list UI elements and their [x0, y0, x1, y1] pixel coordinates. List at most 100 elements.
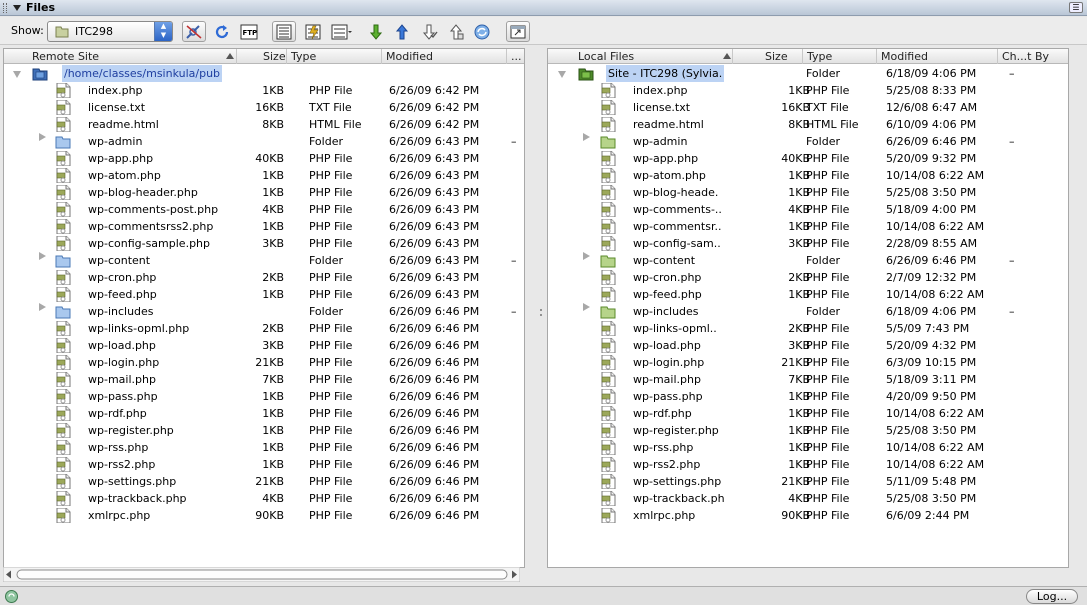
file-row[interactable]: license.txt 16KB TXT File 6/26/09 6:42 PM	[4, 99, 526, 116]
refresh-button[interactable]	[210, 21, 234, 42]
synchronize-button[interactable]	[470, 21, 494, 42]
local-col-type[interactable]: Type	[803, 49, 877, 64]
folder-row[interactable]: wp-content Folder 6/26/09 6:43 PM –	[4, 252, 526, 269]
file-row[interactable]: wp-load.php 3KB PHP File 6/26/09 6:46 PM	[4, 337, 526, 354]
file-row[interactable]: wp-rdf.php 1KB PHP File 10/14/08 6:22 AM	[548, 405, 1070, 422]
disclosure-open-icon[interactable]	[13, 71, 21, 78]
file-row[interactable]: wp-register.php 1KB PHP File 5/25/08 3:50 P…	[548, 422, 1070, 439]
row-size: 21KB	[255, 475, 284, 488]
file-row[interactable]: wp-login.php 21KB PHP File 6/3/09 10:15 PM	[548, 354, 1070, 371]
local-col-modified[interactable]: Modified	[877, 49, 998, 64]
testing-server-button[interactable]	[301, 21, 325, 42]
remote-root-path: /home/classes/msinkula/pub	[62, 65, 223, 82]
file-row[interactable]: xmlrpc.php 90KB PHP File 6/6/09 2:44 PM	[548, 507, 1070, 524]
file-row[interactable]: wp-app.php 40KB PHP File 5/20/09 9:32 PM	[548, 150, 1070, 167]
file-row[interactable]: wp-links-opml.. 2KB PHP File 5/5/09 7:43 PM	[548, 320, 1070, 337]
file-row[interactable]: wp-app.php 40KB PHP File 6/26/09 6:43 PM	[4, 150, 526, 167]
file-row[interactable]: wp-comments-post.php 4KB PHP File 6/26/09 6…	[4, 201, 526, 218]
row-name: wp-feed.php	[88, 288, 157, 301]
site-select[interactable]: ITC298 ▲ ▼	[47, 21, 173, 42]
collapse-triangle-icon[interactable]	[13, 5, 21, 11]
file-row[interactable]: wp-rss2.php 1KB PHP File 10/14/08 6:22 AM	[548, 456, 1070, 473]
log-button[interactable]: Log...	[1026, 589, 1078, 604]
row-type: PHP File	[309, 237, 353, 250]
file-row[interactable]: wp-feed.php 1KB PHP File 6/26/09 6:43 PM	[4, 286, 526, 303]
remote-col-modified[interactable]: Modified	[382, 49, 507, 64]
file-row[interactable]: wp-load.php 3KB PHP File 5/20/09 4:32 PM	[548, 337, 1070, 354]
file-row[interactable]: wp-settings.php 21KB PHP File 5/11/09 5:48 …	[548, 473, 1070, 490]
file-row[interactable]: wp-pass.php 1KB PHP File 6/26/09 6:46 PM	[4, 388, 526, 405]
file-row[interactable]: wp-cron.php 2KB PHP File 2/7/09 12:32 PM	[548, 269, 1070, 286]
file-row[interactable]: license.txt 16KB TXT File 12/6/08 6:47 AM	[548, 99, 1070, 116]
remote-view-button[interactable]	[272, 21, 296, 42]
file-row[interactable]: wp-atom.php 1KB PHP File 6/26/09 6:43 PM	[4, 167, 526, 184]
connect-button[interactable]	[182, 21, 206, 42]
put-button[interactable]	[390, 21, 414, 42]
remote-horizontal-scrollbar[interactable]	[2, 566, 521, 583]
file-row[interactable]: wp-trackback.php 4KB PHP File 6/26/09 6:46 …	[4, 490, 526, 507]
check-out-button[interactable]	[417, 21, 441, 42]
folder-row[interactable]: wp-includes Folder 6/26/09 6:46 PM –	[4, 303, 526, 320]
file-row[interactable]: wp-rdf.php 1KB PHP File 6/26/09 6:46 PM	[4, 405, 526, 422]
file-row[interactable]: wp-cron.php 2KB PHP File 6/26/09 6:43 PM	[4, 269, 526, 286]
folder-row[interactable]: wp-content Folder 6/26/09 6:46 PM –	[548, 252, 1070, 269]
file-row[interactable]: wp-rss.php 1KB PHP File 6/26/09 6:46 PM	[4, 439, 526, 456]
php-file-icon	[56, 423, 71, 438]
file-row[interactable]: wp-commentsr.. 1KB PHP File 10/14/08 6:22 A…	[548, 218, 1070, 235]
file-row[interactable]: wp-comments-.. 4KB PHP File 5/18/09 4:00 PM	[548, 201, 1070, 218]
remote-col-more[interactable]: ...	[507, 49, 526, 64]
folder-row[interactable]: wp-admin Folder 6/26/09 6:46 PM –	[548, 133, 1070, 150]
panel-grip-icon[interactable]	[3, 3, 7, 13]
file-row[interactable]: wp-commentsrss2.php 1KB PHP File 6/26/09 6:…	[4, 218, 526, 235]
file-row[interactable]: wp-rss2.php 1KB PHP File 6/26/09 6:46 PM	[4, 456, 526, 473]
disclosure-closed-icon[interactable]	[583, 252, 590, 260]
file-row[interactable]: xmlrpc.php 90KB PHP File 6/26/09 6:46 PM	[4, 507, 526, 524]
repository-view-button[interactable]	[329, 21, 353, 42]
file-row[interactable]: readme.html 8KB HTML File 6/26/09 6:42 PM	[4, 116, 526, 133]
file-row[interactable]: wp-atom.php 1KB PHP File 10/14/08 6:22 AM	[548, 167, 1070, 184]
file-row[interactable]: wp-links-opml.php 2KB PHP File 6/26/09 6:46…	[4, 320, 526, 337]
expand-button[interactable]	[506, 21, 530, 42]
check-in-button[interactable]	[444, 21, 468, 42]
pane-splitter[interactable]	[537, 48, 545, 588]
file-row[interactable]: wp-feed.php 1KB PHP File 10/14/08 6:22 AM	[548, 286, 1070, 303]
file-row[interactable]: wp-pass.php 1KB PHP File 4/20/09 9:50 PM	[548, 388, 1070, 405]
file-row[interactable]: wp-blog-header.php 1KB PHP File 6/26/09 6:4…	[4, 184, 526, 201]
panel-options-menu-icon[interactable]: ☰	[1069, 2, 1083, 13]
disclosure-open-icon[interactable]	[558, 71, 566, 78]
file-row[interactable]: index.php 1KB PHP File 5/25/08 8:33 PM	[548, 82, 1070, 99]
folder-row[interactable]: wp-includes Folder 6/18/09 4:06 PM –	[548, 303, 1070, 320]
disclosure-closed-icon[interactable]	[583, 133, 590, 141]
local-col-size[interactable]: Size	[733, 49, 803, 64]
disclosure-closed-icon[interactable]	[39, 133, 46, 141]
file-row[interactable]: wp-register.php 1KB PHP File 6/26/09 6:46 P…	[4, 422, 526, 439]
disclosure-closed-icon[interactable]	[583, 303, 590, 311]
remote-root-row[interactable]: /home/classes/msinkula/pub	[4, 65, 526, 82]
local-col-name[interactable]: Local Files	[548, 49, 733, 64]
file-row[interactable]: readme.html 8KB HTML File 6/10/09 4:06 PM	[548, 116, 1070, 133]
file-row[interactable]: wp-mail.php 7KB PHP File 5/18/09 3:11 PM	[548, 371, 1070, 388]
disclosure-closed-icon[interactable]	[39, 252, 46, 260]
file-row[interactable]: wp-login.php 21KB PHP File 6/26/09 6:46 PM	[4, 354, 526, 371]
file-row[interactable]: wp-mail.php 7KB PHP File 6/26/09 6:46 PM	[4, 371, 526, 388]
file-row[interactable]: wp-rss.php 1KB PHP File 10/14/08 6:22 AM	[548, 439, 1070, 456]
remote-col-size[interactable]: Size	[237, 49, 287, 64]
row-type: PHP File	[806, 339, 850, 352]
row-modified: 5/20/09 9:32 PM	[886, 152, 977, 165]
remote-col-type[interactable]: Type	[287, 49, 382, 64]
file-row[interactable]: wp-trackback.ph 4KB PHP File 5/25/08 3:50 P…	[548, 490, 1070, 507]
local-col-checked-by[interactable]: Ch...t By	[998, 49, 1070, 64]
files-panel-header[interactable]: Files ☰	[0, 0, 1087, 16]
file-row[interactable]: wp-settings.php 21KB PHP File 6/26/09 6:46 …	[4, 473, 526, 490]
file-row[interactable]: index.php 1KB PHP File 6/26/09 6:42 PM	[4, 82, 526, 99]
local-root-row[interactable]: Site - ITC298 (Sylvia. Folder 6/18/09 4:…	[548, 65, 1070, 82]
remote-col-name[interactable]: Remote Site	[4, 49, 237, 64]
get-button[interactable]	[364, 21, 388, 42]
file-row[interactable]: wp-blog-heade. 1KB PHP File 5/25/08 3:50 PM	[548, 184, 1070, 201]
row-name: wp-config-sample.php	[88, 237, 211, 250]
disclosure-closed-icon[interactable]	[39, 303, 46, 311]
ftp-log-button[interactable]: FTP	[237, 21, 261, 42]
file-row[interactable]: wp-config-sam.. 3KB PHP File 2/28/09 8:55 A…	[548, 235, 1070, 252]
file-row[interactable]: wp-config-sample.php 3KB PHP File 6/26/09 6…	[4, 235, 526, 252]
folder-row[interactable]: wp-admin Folder 6/26/09 6:43 PM –	[4, 133, 526, 150]
